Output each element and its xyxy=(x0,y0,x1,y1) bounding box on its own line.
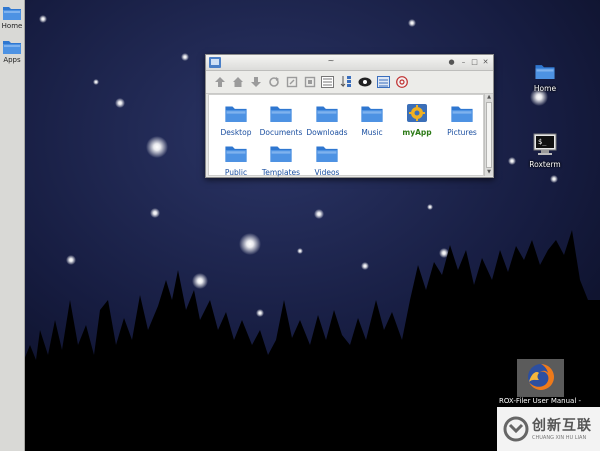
watermark: 创新互联 CHUANG XIN HU LIAN xyxy=(497,407,600,451)
scroll-down-icon[interactable]: ▼ xyxy=(485,169,493,176)
details-icon[interactable] xyxy=(376,74,391,89)
pin-icon[interactable]: ● xyxy=(447,58,456,67)
scroll-thumb[interactable] xyxy=(486,102,492,168)
list-view-icon[interactable] xyxy=(320,74,335,89)
help-icon[interactable] xyxy=(394,74,409,89)
folder-icon xyxy=(3,41,21,54)
down-icon[interactable] xyxy=(248,74,263,89)
desktop-icon-label: Roxterm xyxy=(529,160,561,169)
terminal-icon: $_ xyxy=(533,133,557,155)
folder-icon xyxy=(225,146,247,162)
file-item-documents[interactable]: Documents xyxy=(255,103,307,137)
panel-item-apps[interactable]: Apps xyxy=(0,38,24,64)
close-icon[interactable]: ✕ xyxy=(481,58,490,67)
show-hidden-icon[interactable] xyxy=(357,74,372,89)
desktop-icon-home[interactable]: Home xyxy=(527,62,563,93)
file-label: Templates xyxy=(261,168,301,177)
folder-icon xyxy=(270,106,292,122)
vertical-scrollbar[interactable]: ▲ ▼ xyxy=(484,94,493,176)
desktop-icon-label: ROX-Filer User Manual - xyxy=(498,397,582,405)
file-manager-window: ~ ● – □ ✕ Desktop Documents Downloads Mu… xyxy=(205,54,494,178)
folder-icon xyxy=(270,146,292,162)
minimize-icon[interactable]: – xyxy=(459,58,468,67)
file-item-pictures[interactable]: Pictures xyxy=(436,103,488,137)
folder-icon xyxy=(316,106,338,122)
folder-icon xyxy=(3,7,21,20)
panel-item-label: Apps xyxy=(3,56,21,64)
file-view[interactable]: Desktop Documents Downloads Music myApp … xyxy=(208,94,484,177)
window-title: ~ xyxy=(327,56,335,65)
maximize-icon[interactable]: □ xyxy=(470,58,479,67)
file-label: Videos xyxy=(314,168,340,177)
folder-icon xyxy=(316,146,338,162)
desktop-icon-roxterm[interactable]: $_ Roxterm xyxy=(524,132,566,169)
firefox-icon xyxy=(528,364,554,390)
toolbar xyxy=(206,71,493,94)
file-item-videos[interactable]: Videos xyxy=(301,143,353,177)
fit-icon[interactable] xyxy=(302,74,317,89)
desktop-icon-label: Home xyxy=(533,84,557,93)
sort-icon[interactable] xyxy=(338,74,353,89)
left-panel: Home Apps xyxy=(0,0,25,451)
refresh-icon[interactable] xyxy=(266,74,281,89)
panel-item-label: Home xyxy=(1,22,23,30)
watermark-title: 创新互联 xyxy=(532,418,592,434)
file-label: Documents xyxy=(259,128,303,137)
desktop-icon-manual[interactable] xyxy=(517,359,564,397)
svg-text:$_: $_ xyxy=(538,138,547,146)
zoom-icon[interactable] xyxy=(284,74,299,89)
folder-icon xyxy=(535,65,555,79)
file-item-templates[interactable]: Templates xyxy=(255,143,307,177)
up-icon[interactable] xyxy=(212,74,227,89)
folder-icon xyxy=(361,106,383,122)
file-label: Pictures xyxy=(447,128,477,137)
panel-item-home[interactable]: Home xyxy=(0,4,24,30)
folder-icon xyxy=(451,106,473,122)
watermark-subtitle: CHUANG XIN HU LIAN xyxy=(532,435,587,441)
watermark-logo-icon xyxy=(503,416,529,442)
scroll-up-icon[interactable]: ▲ xyxy=(485,94,493,101)
home-icon[interactable] xyxy=(230,74,245,89)
gear-icon xyxy=(407,104,427,122)
folder-icon xyxy=(225,106,247,122)
window-titlebar[interactable]: ~ ● – □ ✕ xyxy=(206,55,493,71)
